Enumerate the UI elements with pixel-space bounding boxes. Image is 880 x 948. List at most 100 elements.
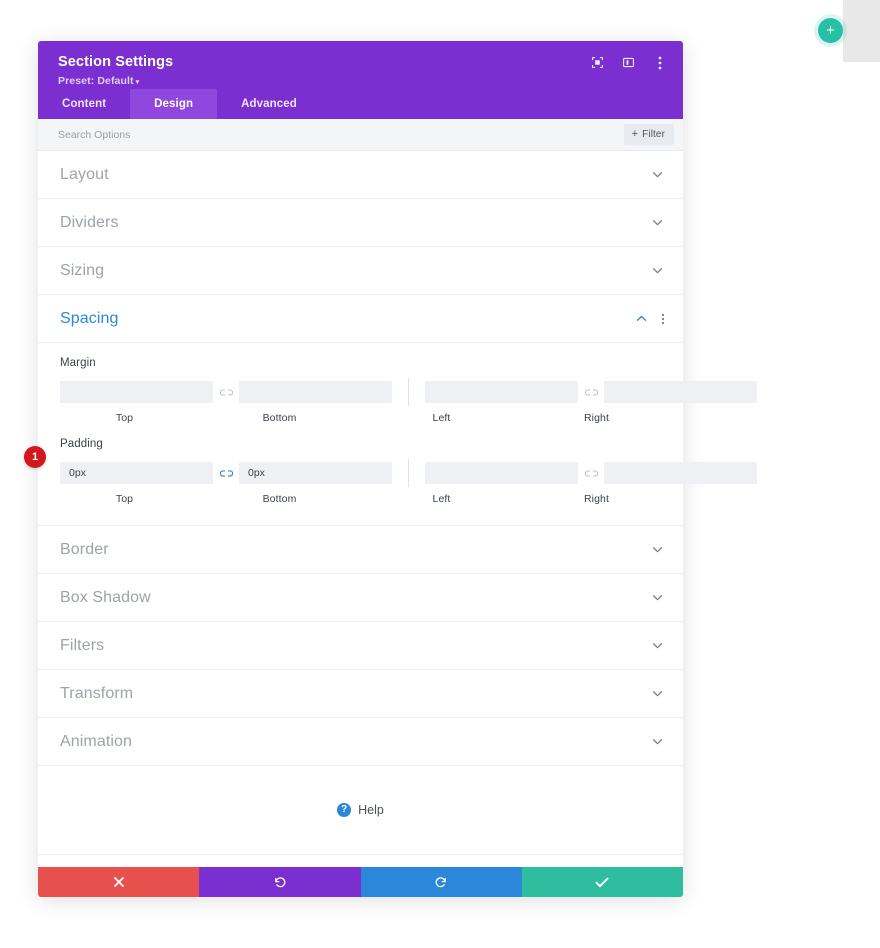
field-divider [408,459,409,487]
padding-top-input[interactable] [60,462,213,484]
padding-title: Padding [60,438,103,450]
help-area: ? Help [38,766,683,855]
header-icon-group [590,55,667,70]
margin-left-label: Left [432,412,451,424]
section-row-sizing[interactable]: Sizing [38,247,683,295]
margin-right-label: Right [583,412,609,424]
section-label: Box Shadow [60,588,151,606]
section-label: Border [60,540,109,558]
padding-right-input[interactable] [604,462,757,484]
padding-top-label: Top [115,493,134,505]
cancel-button[interactable] [38,867,200,897]
add-section-button[interactable]: + [818,18,843,43]
chevron-down-icon [651,543,664,556]
preset-label: Preset: Default [58,75,134,88]
plus-icon: + [826,21,835,39]
plus-icon: + [631,128,639,140]
section-row-spacing[interactable]: Spacing [38,295,683,343]
tab-design[interactable]: Design [130,89,218,119]
margin-top-input[interactable] [60,381,213,403]
section-row-animation[interactable]: Animation [38,718,683,766]
section-label: Filters [60,636,105,654]
section-row-layout[interactable]: Layout [38,151,683,199]
section-row-transform[interactable]: Transform [38,670,683,718]
focus-target-icon[interactable] [590,55,605,70]
margin-top-label: Top [115,412,134,424]
link-values-icon[interactable] [213,381,239,403]
link-values-icon[interactable] [578,381,604,403]
search-input[interactable] [58,128,624,141]
spacing-panel: Margin Top Bottom Left Right 1 Padding 0… [24,343,757,526]
chevron-down-icon [651,168,664,181]
undo-icon [273,875,287,889]
step-badge: 1 [24,446,46,468]
section-settings-modal: Section Settings Preset: Default ▾ Conte… [24,41,757,897]
padding-left-label: Left [432,493,451,505]
spacing-options-icon[interactable] [662,313,664,324]
modal-header: Section Settings Preset: Default ▾ [38,41,683,89]
tab-advanced[interactable]: Advanced [217,89,321,119]
margin-inputs-row [60,378,757,406]
link-values-icon[interactable] [578,462,604,484]
page-title: Section Settings [58,54,174,70]
chevron-down-icon [651,591,664,604]
section-row-border[interactable]: Border [38,526,683,574]
filter-button[interactable]: + Filter [623,124,674,145]
chevron-down-icon [651,735,664,748]
modal-tabs: Content Design Advanced [38,89,683,119]
section-label: Dividers [60,213,119,231]
section-row-filters[interactable]: Filters [38,622,683,670]
margin-bottom-label: Bottom [262,412,297,424]
section-label: Animation [60,732,133,750]
filter-button-label: Filter [642,129,665,140]
chevron-up-icon[interactable] [635,312,648,325]
margin-top-bottom-pair [60,381,392,403]
margin-left-input[interactable] [425,381,578,403]
preset-selector[interactable]: Preset: Default ▾ [58,75,139,87]
redo-button[interactable] [360,867,522,897]
padding-field-group: 1 Padding 0px 0px Top Bottom Left Right [24,424,757,505]
redo-icon [434,875,448,889]
link-values-icon[interactable] [213,462,239,484]
padding-inputs-row [60,459,757,487]
margin-title: Margin [60,357,96,369]
section-row-dividers[interactable]: Dividers [38,199,683,247]
more-options-icon[interactable] [652,55,667,70]
margin-field-group: Margin Top Bottom Left Right [60,343,757,424]
section-label: Layout [60,165,109,183]
chevron-down-icon [651,687,664,700]
padding-top-bottom-pair [60,462,392,484]
check-icon [595,877,609,888]
chevron-down-icon [651,264,664,277]
footer-spacer [38,855,683,867]
margin-bottom-input[interactable] [239,381,392,403]
tab-content[interactable]: Content [38,89,130,119]
padding-bottom-input[interactable] [239,462,392,484]
chevron-down-icon: ▾ [135,78,140,86]
section-label: Spacing [60,309,119,327]
margin-left-right-pair [425,381,757,403]
undo-button[interactable] [199,867,361,897]
split-view-icon[interactable] [621,55,636,70]
section-label: Transform [60,684,134,702]
padding-left-input[interactable] [425,462,578,484]
chevron-down-icon [651,216,664,229]
section-label: Sizing [60,261,105,279]
field-divider [408,378,409,406]
chevron-down-icon [651,639,664,652]
padding-right-label: Right [583,493,609,505]
search-row: + Filter [38,119,683,151]
margin-right-input[interactable] [604,381,757,403]
modal-footer [38,867,683,897]
padding-labels-row: Top Bottom Left Right [60,493,661,505]
margin-labels-row: Top Bottom Left Right [60,412,661,424]
help-link[interactable]: ? Help [337,803,384,817]
help-label: Help [358,803,384,817]
close-icon [113,876,125,888]
canvas-right-strip [843,0,880,62]
padding-bottom-label: Bottom [262,493,297,505]
section-row-box-shadow[interactable]: Box Shadow [38,574,683,622]
question-mark-icon: ? [337,803,352,817]
save-button[interactable] [521,867,683,897]
padding-left-right-pair [425,462,757,484]
